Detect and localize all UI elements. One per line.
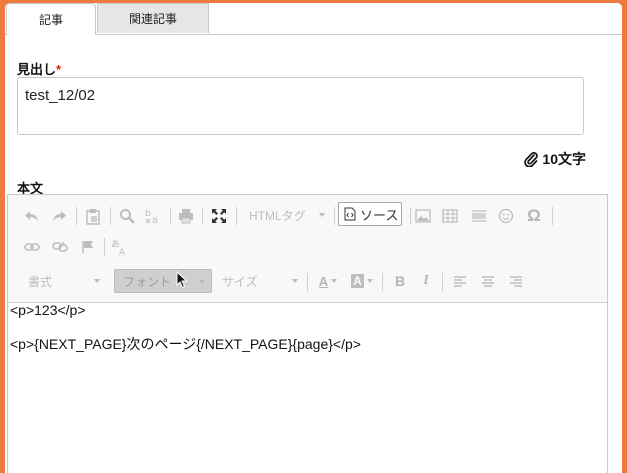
print-icon[interactable] [176, 206, 196, 226]
mouse-cursor-icon [176, 271, 188, 289]
source-button[interactable]: ソース [338, 202, 402, 226]
horizontal-line-icon[interactable] [469, 206, 489, 226]
smiley-icon[interactable] [496, 206, 516, 226]
headline-input[interactable]: test_12/02 [17, 77, 584, 135]
chevron-down-icon [199, 280, 205, 284]
source-label: ソース [360, 207, 399, 223]
align-right-icon[interactable] [506, 272, 526, 292]
toolbar-separator [382, 273, 383, 291]
size-dropdown[interactable]: サイズ [214, 269, 304, 293]
toolbar-separator [104, 238, 105, 256]
align-center-icon[interactable] [478, 272, 498, 292]
background-color-button[interactable]: A [349, 271, 375, 291]
anchor-flag-icon[interactable] [78, 237, 98, 257]
unlink-icon[interactable] [50, 237, 70, 257]
toolbar-separator [552, 207, 553, 225]
svg-text:A: A [119, 248, 126, 256]
size-label: サイズ [222, 274, 258, 289]
tab-related-articles[interactable]: 関連記事 [97, 3, 209, 33]
char-count-text: 10文字 [542, 151, 586, 167]
tab-article[interactable]: 記事 [6, 3, 96, 35]
toolbar-separator [334, 207, 335, 225]
chevron-down-icon [366, 279, 373, 283]
replace-icon[interactable]: ba [143, 206, 163, 226]
html-tag-label: HTMLタグ [249, 208, 306, 223]
svg-text:a: a [152, 215, 158, 225]
format-dropdown[interactable]: 書式 [20, 269, 106, 293]
toolbar-separator [236, 207, 237, 225]
source-icon [344, 207, 356, 221]
image-icon[interactable] [413, 206, 433, 226]
undo-icon[interactable] [22, 206, 42, 226]
editor-toolbar: ba HTMLタグ ソース Ω あ A 書式 フォント サイズ A A B I [8, 195, 607, 303]
font-dropdown[interactable]: フォント [114, 269, 212, 293]
toolbar-separator [110, 207, 111, 225]
headline-label-text: 見出し [17, 62, 57, 77]
format-label: 書式 [28, 274, 53, 289]
language-icon[interactable]: あA [110, 237, 130, 257]
toolbar-separator [76, 207, 77, 225]
link-icon[interactable] [22, 237, 42, 257]
source-line-1: <p>123</p> [10, 302, 86, 318]
maximize-icon[interactable] [209, 206, 229, 226]
chevron-down-icon [292, 279, 298, 283]
rich-text-editor: ba HTMLタグ ソース Ω あ A 書式 フォント サイズ A A B I … [7, 194, 608, 473]
text-color-label: A [318, 273, 329, 289]
search-icon[interactable] [117, 206, 137, 226]
toolbar-separator [442, 273, 443, 291]
chevron-down-icon [94, 279, 100, 283]
toolbar-separator [307, 273, 308, 291]
source-line-2: <p>{NEXT_PAGE}次のページ{/NEXT_PAGE}{page}</p… [10, 336, 361, 352]
toolbar-separator [410, 207, 411, 225]
text-color-button[interactable]: A [315, 271, 341, 291]
paste-icon[interactable] [83, 206, 103, 226]
chevron-down-icon [319, 213, 325, 217]
special-character-icon[interactable]: Ω [524, 206, 544, 226]
headline-label: 見出し* [17, 59, 61, 78]
align-left-icon[interactable] [450, 272, 470, 292]
bold-button[interactable]: B [390, 271, 410, 291]
edit-panel: 記事 関連記事 見出し* test_12/02 10文字 本文 b a HTML… [5, 3, 622, 473]
char-count: 10文字 [524, 149, 586, 169]
paperclip-icon [524, 151, 539, 167]
tab-bar: 記事 関連記事 [5, 3, 622, 35]
italic-button[interactable]: I [416, 271, 436, 291]
table-icon[interactable] [440, 206, 460, 226]
chevron-down-icon [331, 279, 338, 283]
toolbar-separator [170, 207, 171, 225]
redo-icon[interactable] [49, 206, 69, 226]
required-mark: * [56, 62, 62, 77]
toolbar-separator [202, 207, 203, 225]
bg-color-label: A [351, 274, 364, 288]
svg-text:b: b [145, 209, 151, 219]
html-tag-dropdown[interactable]: HTMLタグ [241, 203, 331, 227]
font-label: フォント [123, 274, 172, 289]
